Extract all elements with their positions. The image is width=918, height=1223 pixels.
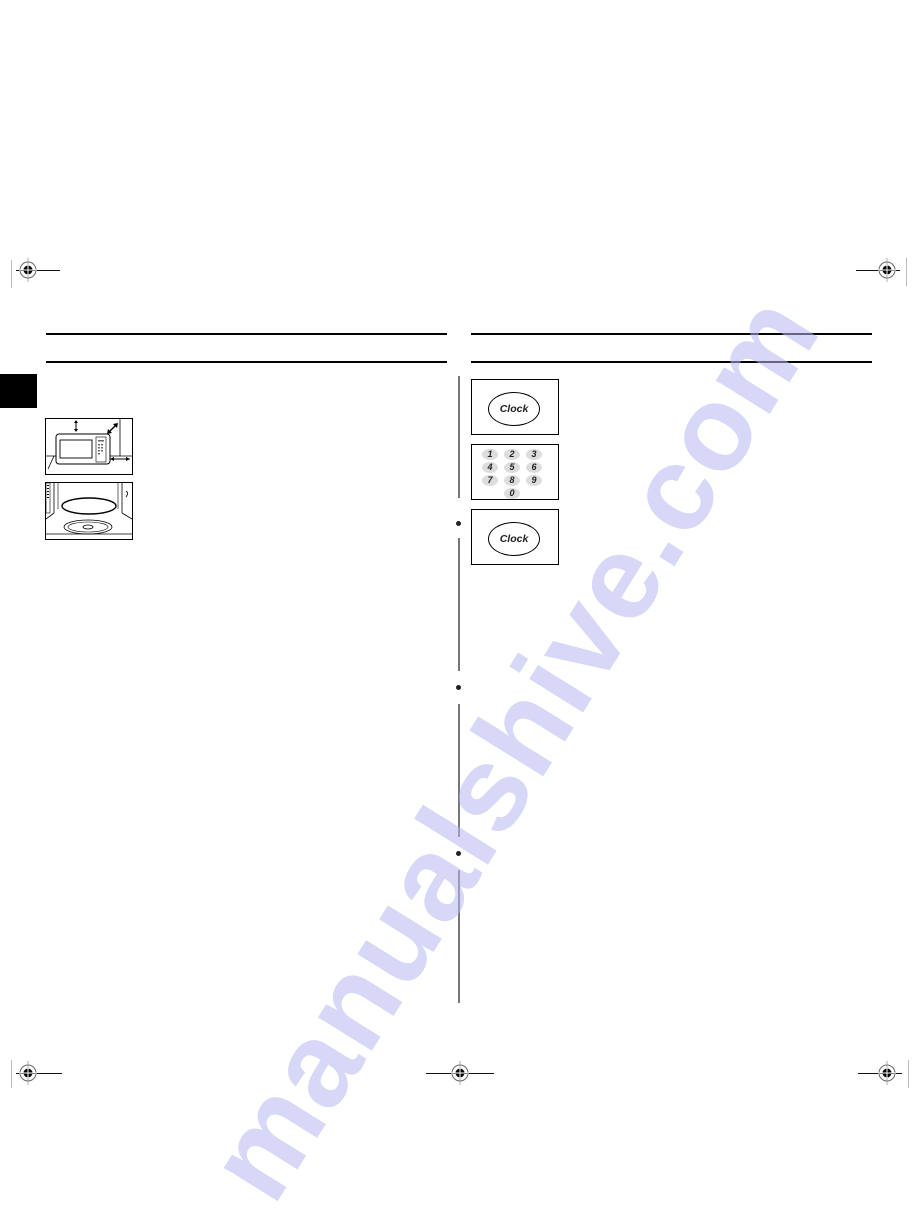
- keypad-key-4[interactable]: 4: [482, 462, 498, 473]
- bullet-point: [455, 685, 461, 690]
- clock-button-figure-1: Clock: [471, 379, 559, 435]
- registration-mark-icon: [878, 1061, 896, 1085]
- keypad-key-7[interactable]: 7: [482, 475, 498, 486]
- crop-line-bottom-right: [908, 1060, 909, 1088]
- step-divider-line: [458, 376, 460, 498]
- crop-line-top-right: [906, 258, 907, 286]
- clock-button[interactable]: Clock: [488, 392, 540, 426]
- keypad-key-3[interactable]: 3: [526, 449, 542, 460]
- step-divider-line: [458, 870, 460, 1003]
- left-header-rule-top: [46, 333, 447, 335]
- registration-mark-icon: [451, 1061, 469, 1085]
- step-divider-line: [458, 704, 460, 837]
- step-divider-line: [458, 538, 460, 671]
- crop-line-top-left: [11, 260, 12, 288]
- turntable-icon: [45, 482, 133, 535]
- right-header-rule-bottom: [471, 361, 872, 363]
- turntable-figure: [45, 482, 133, 540]
- number-keypad-figure: 1 2 3 4 5 6 7 8 9 0: [471, 444, 559, 500]
- language-tab-marker: [0, 374, 37, 408]
- bullet-point: [455, 851, 461, 856]
- keypad-key-9[interactable]: 9: [526, 475, 542, 486]
- keypad-key-8[interactable]: 8: [504, 475, 520, 486]
- keypad-key-2[interactable]: 2: [504, 449, 520, 460]
- registration-mark-icon: [19, 258, 37, 282]
- keypad-key-5[interactable]: 5: [504, 462, 520, 473]
- microwave-clearance-icon: [46, 419, 132, 470]
- keypad-key-6[interactable]: 6: [526, 462, 542, 473]
- registration-mark-icon: [878, 258, 896, 282]
- bullet-point: [455, 521, 461, 526]
- keypad-key-1[interactable]: 1: [482, 449, 498, 460]
- clock-button-figure-2: Clock: [471, 509, 559, 565]
- registration-mark-icon: [19, 1061, 37, 1085]
- clock-button[interactable]: Clock: [488, 522, 540, 556]
- microwave-installation-figure: [45, 418, 133, 475]
- left-header-rule-bottom: [46, 361, 447, 363]
- crop-line-bottom-left: [11, 1060, 12, 1088]
- right-header-rule-top: [471, 333, 872, 335]
- keypad-key-0[interactable]: 0: [504, 488, 520, 499]
- number-keypad: 1 2 3 4 5 6 7 8 9 0: [482, 449, 548, 499]
